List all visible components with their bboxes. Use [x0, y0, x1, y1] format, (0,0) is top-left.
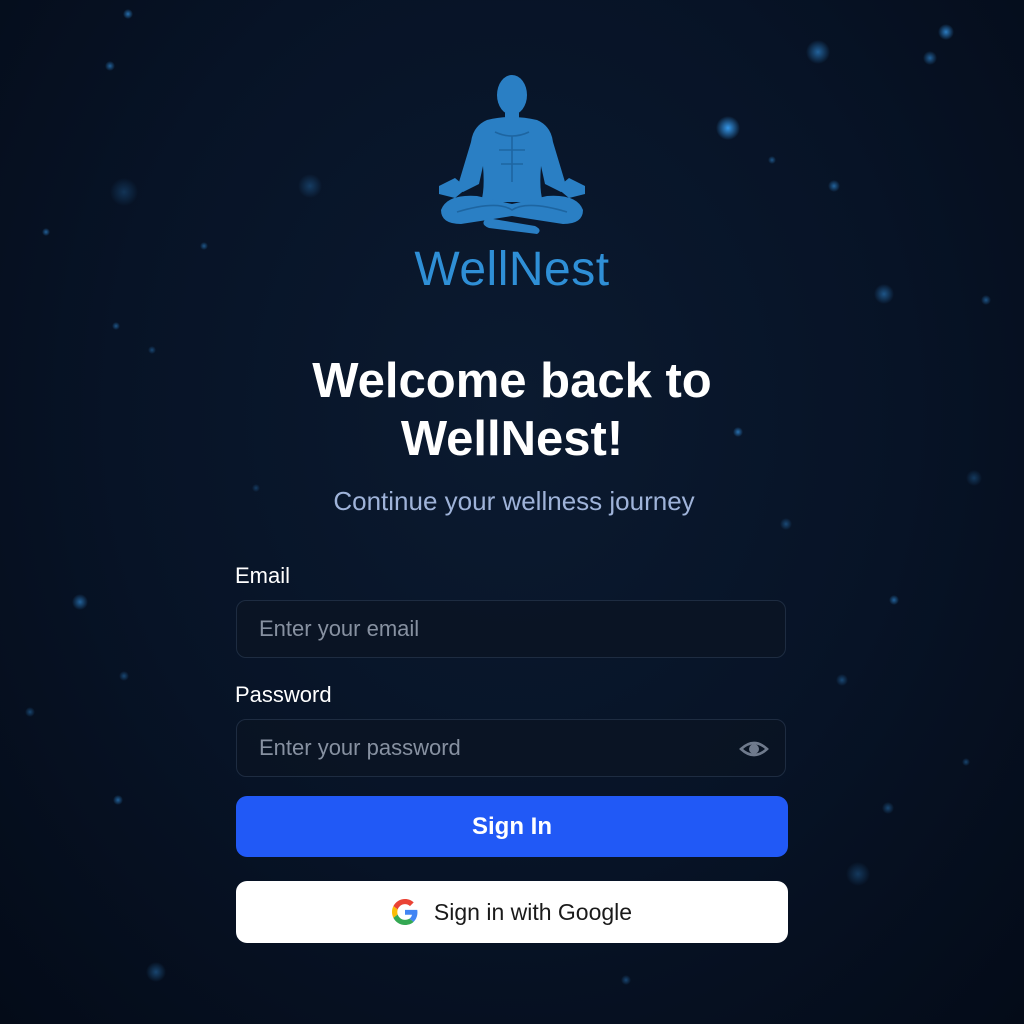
sign-in-button[interactable]: Sign In — [236, 796, 788, 857]
page-title: Welcome back to WellNest! — [0, 352, 1024, 468]
password-field[interactable]: Enter your password — [236, 719, 786, 777]
eye-icon[interactable] — [739, 737, 769, 761]
brand-name: WellNest — [414, 243, 610, 296]
email-placeholder: Enter your email — [259, 616, 420, 641]
password-placeholder: Enter your password — [259, 735, 461, 760]
google-sign-in-button[interactable]: Sign in with Google — [236, 881, 788, 943]
page-title-line-2: WellNest! — [400, 412, 624, 466]
page-title-line-1: Welcome back to — [312, 354, 712, 408]
google-icon — [391, 899, 418, 925]
password-label: Password — [235, 682, 332, 707]
email-field[interactable]: Enter your email — [236, 600, 786, 658]
sign-in-button-label: Sign In — [472, 812, 552, 840]
meditation-figure-icon — [439, 75, 585, 234]
brand-logo: WellNest — [0, 70, 1024, 294]
page-subtitle: Continue your wellness journey — [333, 486, 695, 516]
google-sign-in-label: Sign in with Google — [433, 898, 633, 925]
email-label: Email — [235, 563, 291, 588]
